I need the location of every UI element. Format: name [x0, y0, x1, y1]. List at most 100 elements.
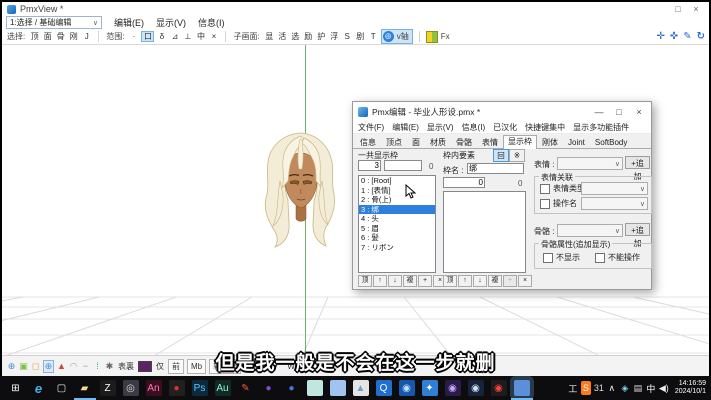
edge-icon[interactable]: e: [31, 380, 47, 396]
toolbar-button[interactable]: 剧: [355, 31, 366, 42]
bone-add-button[interactable]: +追加: [625, 223, 650, 236]
duplicate-button[interactable]: 複: [403, 275, 417, 287]
toolbar-button[interactable]: 口: [141, 31, 154, 42]
viewport-3d[interactable]: Pmx编辑 - 毕业人形设.pmx * —□× 文件(F)编辑(E)显示(V)信…: [2, 45, 709, 355]
tray-expand-icon[interactable]: ∧: [607, 381, 617, 395]
operation-select[interactable]: [581, 197, 648, 210]
dialog-menu-item[interactable]: 快捷键集中: [525, 122, 565, 133]
character-head[interactable]: [256, 131, 346, 249]
toolbar-button[interactable]: 面: [42, 31, 53, 42]
toolbar-button[interactable]: 中: [195, 31, 206, 42]
pan-icon[interactable]: ✛: [656, 31, 664, 42]
dialog-tab[interactable]: 显示枠: [503, 135, 537, 149]
move-top-button[interactable]: 顶: [443, 275, 457, 287]
toolbar-button[interactable]: ⊿: [169, 31, 180, 42]
ball-app-icon[interactable]: ◉: [445, 380, 461, 396]
dialog-menu-item[interactable]: 信息(I): [462, 122, 486, 133]
close-button[interactable]: ×: [688, 4, 704, 14]
defender-icon[interactable]: ◈: [620, 381, 630, 395]
toolbar-button[interactable]: 选: [290, 31, 301, 42]
move-up-button[interactable]: ↑: [458, 275, 472, 287]
rotate-icon[interactable]: ↻: [697, 31, 705, 42]
display-frame-list[interactable]: 0 : [Root]1 : [表情]2 : 骨(上)3 : 绑4 : 头5 : …: [358, 175, 436, 273]
record-icon[interactable]: ●: [169, 380, 185, 396]
explorer-icon[interactable]: ▰: [77, 380, 93, 396]
dialog-tab[interactable]: 面: [407, 136, 425, 148]
avatar-teal-icon[interactable]: [307, 380, 323, 396]
menu-item[interactable]: 信息(I): [198, 16, 225, 29]
dialog-menu-item[interactable]: 显示多功能插件: [573, 122, 629, 133]
photoshop-icon[interactable]: Ps: [192, 380, 208, 396]
dialog-menu-item[interactable]: 显示(V): [427, 122, 454, 133]
z-app-icon[interactable]: Z: [100, 380, 116, 396]
toolbar-button[interactable]: ·: [128, 31, 139, 42]
active-app-icon[interactable]: [514, 380, 530, 396]
frame-list-item[interactable]: 1 : [表情]: [359, 186, 435, 196]
frame-name-input[interactable]: [467, 163, 524, 174]
toolbar-button[interactable]: 浮: [329, 31, 340, 42]
avatar-blue-icon[interactable]: [330, 380, 346, 396]
pen-icon[interactable]: ✎: [238, 380, 254, 396]
frame-count-input[interactable]: [358, 160, 381, 171]
dialog-menu-item[interactable]: 编辑(E): [392, 122, 419, 133]
toolbar-button[interactable]: 骨: [55, 31, 66, 42]
move-up-button[interactable]: ↑: [373, 275, 387, 287]
dialog-tab[interactable]: 材质: [425, 136, 451, 148]
frame-filter-input[interactable]: [384, 160, 422, 171]
toolbar-button[interactable]: δ: [156, 31, 167, 42]
blue-app-icon[interactable]: ●: [284, 380, 300, 396]
mode-select[interactable]: 1:选择 / 基础编辑: [6, 16, 102, 29]
dialog-maximize-button[interactable]: □: [609, 107, 629, 117]
dialog-tab[interactable]: 顶点: [381, 136, 407, 148]
morph-type-select[interactable]: [581, 182, 648, 195]
frame-list-item[interactable]: 6 : 髪: [359, 233, 435, 243]
dialog-tab[interactable]: SoftBody: [590, 136, 632, 148]
tray-orange-icon[interactable]: S: [581, 381, 591, 395]
obs-icon[interactable]: ◎: [123, 380, 139, 396]
toolbar-button[interactable]: ×: [208, 31, 219, 42]
frame-list-item[interactable]: 7 : リボン: [359, 243, 435, 253]
edit-icon[interactable]: ✎: [683, 31, 691, 42]
delete-button[interactable]: ×: [518, 275, 532, 287]
maximize-button[interactable]: □: [670, 4, 686, 14]
toolbar-button[interactable]: 护: [316, 31, 327, 42]
morph-type-checkbox[interactable]: [540, 184, 550, 194]
tray-count[interactable]: 31: [594, 381, 604, 395]
start-button[interactable]: ⊞: [8, 380, 24, 396]
toolbar-button[interactable]: 活: [277, 31, 288, 42]
toolbar-button[interactable]: 显: [264, 31, 275, 42]
audition-icon[interactable]: Au: [215, 380, 231, 396]
dialog-tab[interactable]: 刚体: [537, 136, 563, 148]
bone-select[interactable]: [557, 224, 623, 237]
taskbar-clock[interactable]: 14:16:59 2024/10/1: [675, 380, 706, 397]
ime-icon[interactable]: 中: [646, 381, 656, 395]
operation-checkbox[interactable]: [540, 199, 550, 209]
dialog-tab[interactable]: 信息: [355, 136, 381, 148]
frame-list-item[interactable]: 0 : [Root]: [359, 176, 435, 186]
purple-app-icon[interactable]: ●: [261, 380, 277, 396]
hide-checkbox[interactable]: [543, 253, 553, 263]
move-icon[interactable]: ✜: [670, 31, 678, 42]
add-button[interactable]: +: [503, 275, 517, 287]
tray-text[interactable]: 工: [568, 381, 578, 395]
toggle-type-button[interactable]: ※: [509, 149, 525, 162]
toolbar-button[interactable]: 顶: [29, 31, 40, 42]
frame-list-item[interactable]: 5 : 眉: [359, 224, 435, 234]
dialog-menu-item[interactable]: 已汉化: [493, 122, 517, 133]
menu-item[interactable]: 显示(V): [156, 16, 186, 29]
search-icon[interactable]: Q: [376, 380, 392, 396]
toggle-frame-button[interactable]: 回: [493, 149, 509, 162]
morph-add-button[interactable]: +追加: [625, 156, 650, 169]
frame-list-item[interactable]: 3 : 绑: [359, 205, 435, 215]
material-view-icon[interactable]: [426, 31, 438, 43]
toolbar-button[interactable]: 励: [303, 31, 314, 42]
dialog-minimize-button[interactable]: —: [589, 107, 609, 117]
photos-icon[interactable]: ▲: [353, 380, 369, 396]
dialog-menu-item[interactable]: 文件(F): [358, 122, 384, 133]
move-down-button[interactable]: ↓: [473, 275, 487, 287]
move-top-button[interactable]: 顶: [358, 275, 372, 287]
menu-item[interactable]: 编辑(E): [114, 16, 144, 29]
dialog-tab[interactable]: 骨骼: [451, 136, 477, 148]
dialog-tab[interactable]: Joint: [563, 136, 590, 148]
volume-icon[interactable]: ◀): [659, 381, 669, 395]
